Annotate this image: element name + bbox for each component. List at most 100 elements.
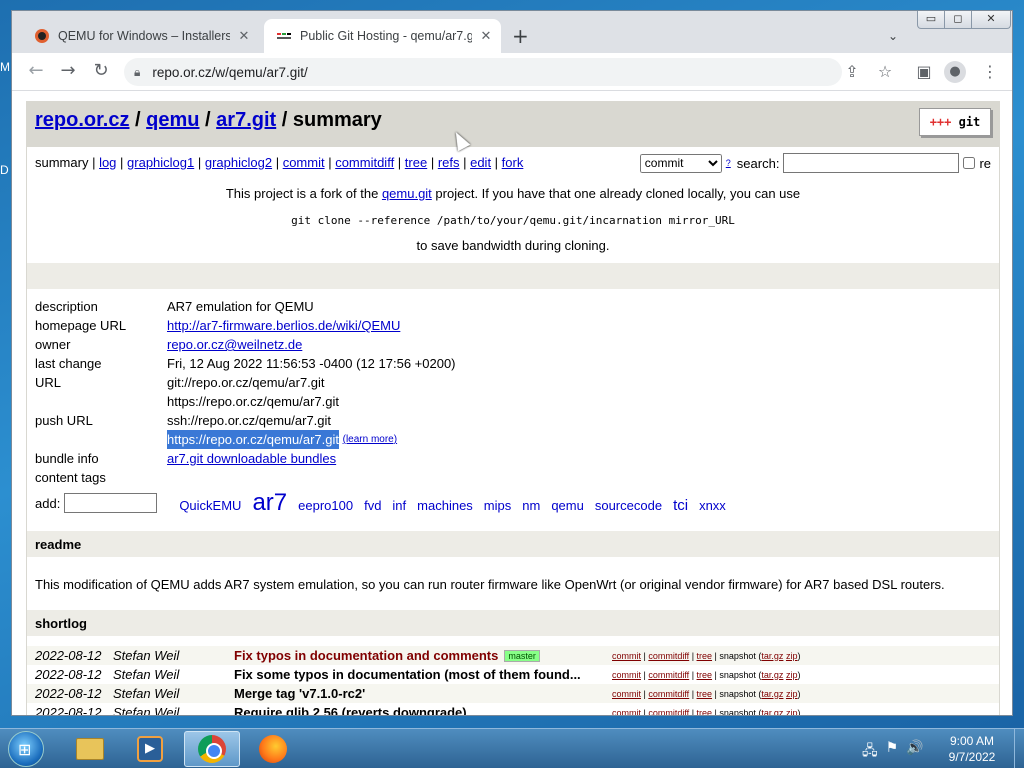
breadcrumb-site-link[interactable]: repo.or.cz [35,109,129,131]
action-center-flag-icon[interactable]: ⚑ [886,740,899,764]
owner-email-link[interactable]: repo.or.cz@weilnetz.de [167,335,302,354]
targz-link[interactable]: tar.gz [761,708,783,716]
snapshot-label: snapshot ( [719,650,762,661]
explorer-icon [76,738,104,760]
commitdiff-link[interactable]: commitdiff [648,651,689,661]
taskbar-media-player[interactable]: ▶ [122,731,178,767]
regex-checkbox[interactable] [963,157,976,169]
readme-heading[interactable]: readme [27,531,999,557]
commit-link[interactable]: commit [612,689,641,699]
breadcrumb-project-link[interactable]: qemu [146,109,199,131]
volume-icon[interactable]: 🔊 [906,740,923,764]
tag-inf[interactable]: inf [392,498,406,513]
nav-graphiclog2[interactable]: graphiclog2 [205,155,272,170]
close-tab-icon[interactable]: ✕ [478,28,494,44]
add-tag-input[interactable] [64,493,158,513]
tag-qemu[interactable]: qemu [551,498,584,513]
ssh-push-url[interactable]: ssh://repo.or.cz/qemu/ar7.git [167,411,331,430]
https-push-url-selected[interactable]: https://repo.or.cz/qemu/ar7.git [167,430,339,449]
taskbar-chrome[interactable] [184,731,240,767]
tag-tci[interactable]: tci [673,497,688,514]
new-tab-button[interactable]: + [512,25,529,47]
tag-cloud: QuickEMU ar7 eepro100 fvd inf machines mips nm q… [179,489,736,517]
zip-link[interactable]: zip [786,651,798,661]
maximize-button[interactable]: ◻ [944,11,972,29]
address-bar[interactable]: 🔒︎ repo.or.cz/w/qemu/ar7.git/ [124,58,842,86]
commit-subject[interactable]: Merge tag 'v7.1.0-rc2' [234,686,612,701]
search-input[interactable] [783,153,960,173]
commit-link[interactable]: commit [612,651,641,661]
tag-ar7[interactable]: ar7 [252,489,287,517]
lock-icon: 🔒︎ [134,64,141,79]
search-type-select[interactable]: commit [639,153,722,173]
menu-icon[interactable]: ⋮ [978,62,1002,81]
commit-subject[interactable]: Fix some typos in documentation (most of… [234,667,612,682]
nav-edit[interactable]: edit [470,155,491,170]
nav-fork[interactable]: fork [502,155,524,170]
close-tab-icon[interactable]: ✕ [236,28,252,44]
tree-link[interactable]: tree [697,670,713,680]
commitdiff-link[interactable]: commitdiff [648,670,689,680]
commit-subject[interactable]: Fix typos in documentation and comments m… [234,648,612,663]
search-help-link[interactable]: ? [726,158,731,168]
nav-commit[interactable]: commit [283,155,325,170]
start-button[interactable]: ⊞ [8,731,44,767]
reload-button[interactable]: ↻ [89,61,113,81]
share-icon[interactable]: ⇪ [840,62,864,81]
tag-eepro100[interactable]: eepro100 [298,498,353,513]
zip-link[interactable]: zip [786,689,798,699]
tag-xnxx[interactable]: xnxx [699,498,726,513]
tab-public-git-hosting[interactable]: Public Git Hosting - qemu/ar7.git ✕ [264,19,501,53]
tag-machines[interactable]: machines [417,498,473,513]
minimize-button[interactable]: ▭ [917,11,945,29]
network-icon[interactable]: 🖧 [862,740,878,764]
learn-more-link[interactable]: (learn more) [343,430,397,449]
tag-sourcecode[interactable]: sourcecode [595,498,662,513]
tab-search-icon[interactable]: ⌄ [888,29,898,43]
zip-link[interactable]: zip [786,708,798,716]
tree-link[interactable]: tree [697,689,713,699]
profile-icon[interactable]: ● [944,61,966,83]
url-text[interactable]: repo.or.cz/w/qemu/ar7.git/ [152,65,307,80]
show-desktop-button[interactable] [1014,729,1024,768]
tag-quickemu[interactable]: QuickEMU [179,498,241,513]
git-logo[interactable]: +++ git [919,108,991,136]
targz-link[interactable]: tar.gz [761,670,783,680]
commitdiff-link[interactable]: commitdiff [648,689,689,699]
https-url[interactable]: https://repo.or.cz/qemu/ar7.git [167,392,339,411]
tag-fvd[interactable]: fvd [364,498,381,513]
nav-log[interactable]: log [99,155,116,170]
homepage-link[interactable]: http://ar7-firmware.berlios.de/wiki/QEMU [167,316,400,335]
targz-link[interactable]: tar.gz [761,651,783,661]
forward-button[interactable]: → [56,61,80,81]
commit-subject[interactable]: Require glib 2.56 (reverts downgrade) [234,705,612,715]
side-panel-icon[interactable]: ▣ [912,62,936,81]
branch-badge[interactable]: master [504,649,540,662]
nav-tree[interactable]: tree [405,155,427,170]
taskbar-explorer[interactable] [62,731,118,767]
bundles-link[interactable]: ar7.git downloadable bundles [167,449,336,468]
commitdiff-link[interactable]: commitdiff [648,708,689,716]
commit-link[interactable]: commit [612,670,641,680]
taskbar-firefox[interactable] [245,731,301,767]
tag-mips[interactable]: mips [484,498,511,513]
page-header: repo.or.cz / qemu / ar7.git / summary ++… [27,101,999,147]
back-button[interactable]: ← [24,61,48,81]
breadcrumb-repo-link[interactable]: ar7.git [216,109,276,131]
nav-commitdiff[interactable]: commitdiff [335,155,394,170]
git-url[interactable]: git://repo.or.cz/qemu/ar7.git [167,373,325,392]
zip-link[interactable]: zip [786,670,798,680]
clock[interactable]: 9:00 AM 9/7/2022 [936,733,1008,765]
tree-link[interactable]: tree [697,708,713,716]
tag-nm[interactable]: nm [522,498,540,513]
commit-link[interactable]: commit [612,708,641,716]
parent-project-link[interactable]: qemu.git [382,186,432,201]
close-window-button[interactable]: ✕ [971,11,1011,29]
nav-refs[interactable]: refs [438,155,460,170]
tab-qemu-for-windows[interactable]: QEMU for Windows – Installers (6 ✕ [22,19,267,53]
bookmark-star-icon[interactable]: ☆ [873,62,897,81]
nav-graphiclog1[interactable]: graphiclog1 [127,155,194,170]
shortlog-heading[interactable]: shortlog [27,610,999,636]
tree-link[interactable]: tree [697,651,713,661]
targz-link[interactable]: tar.gz [761,689,783,699]
